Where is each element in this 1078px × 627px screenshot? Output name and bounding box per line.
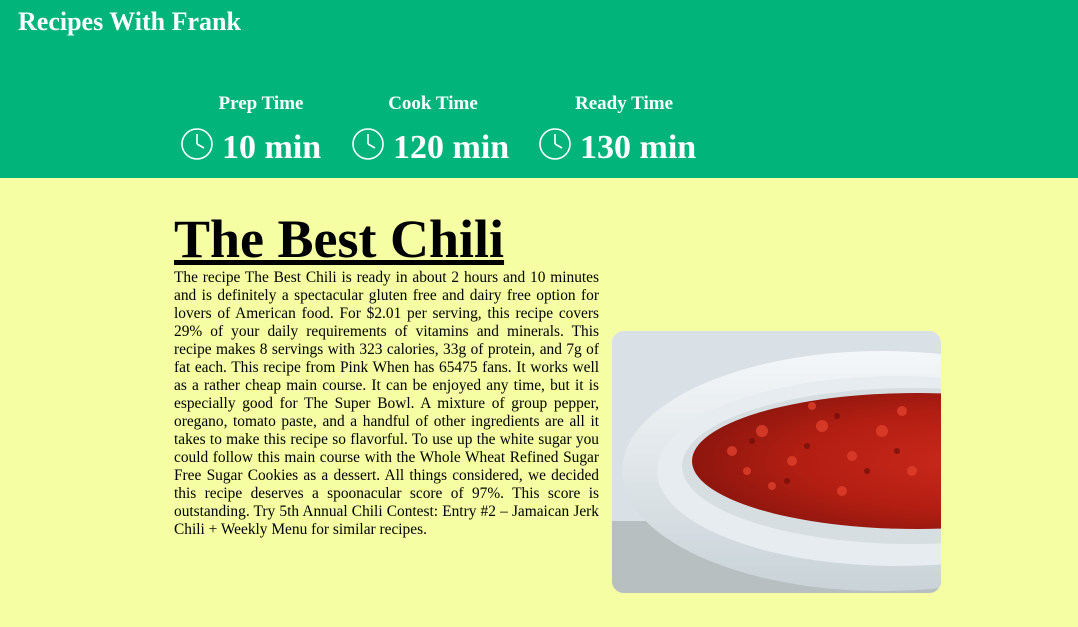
cook-time-stat: Cook Time 120 min <box>351 92 515 168</box>
site-title[interactable]: Recipes With Frank <box>18 6 241 38</box>
prep-time-stat: Prep Time 10 min <box>180 92 342 168</box>
recipe-title: The Best Chili <box>174 209 505 269</box>
clock-icon <box>538 127 574 163</box>
recipe-photo <box>612 331 941 593</box>
ready-time-value: 130 min <box>580 129 697 166</box>
clock-icon <box>351 127 387 163</box>
site-header: Recipes With Frank Prep Time 10 min Cook… <box>0 0 1078 178</box>
chili-bowl-image <box>612 331 941 593</box>
recipe-main: The Best Chili The recipe The Best Chili… <box>0 178 1078 627</box>
ready-time-label: Ready Time <box>575 93 673 114</box>
ready-time-stat: Ready Time 130 min <box>538 92 710 168</box>
recipe-summary: The recipe The Best Chili is ready in ab… <box>174 269 599 538</box>
prep-time-value: 10 min <box>222 129 322 166</box>
prep-time-label: Prep Time <box>218 93 304 114</box>
cook-time-value: 120 min <box>393 129 510 166</box>
clock-icon <box>180 127 216 163</box>
cook-time-label: Cook Time <box>388 93 478 114</box>
